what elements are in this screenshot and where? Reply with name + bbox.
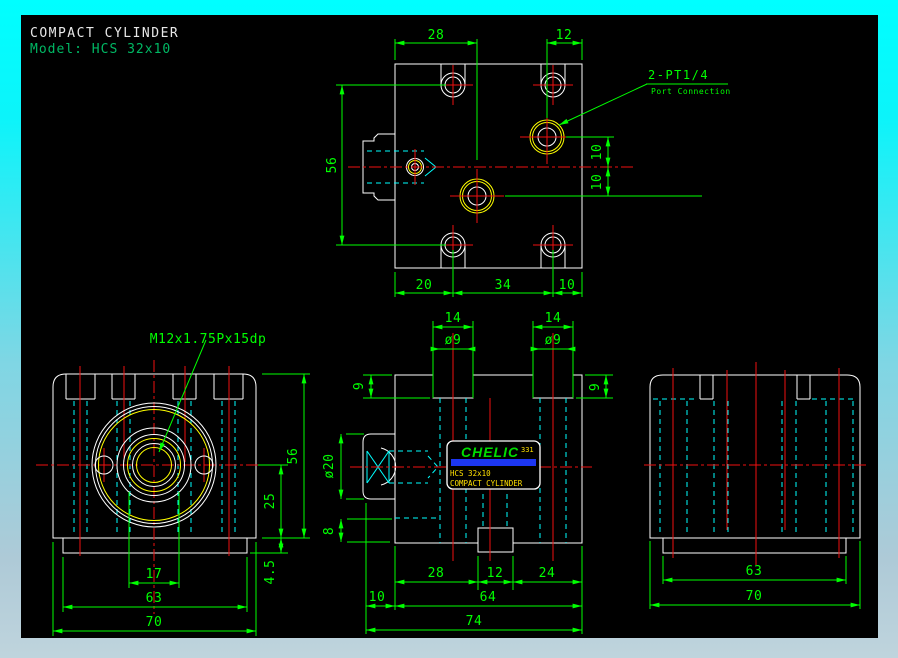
dim-top-56: 56 bbox=[325, 157, 340, 174]
dim-top-10-upper: 10 bbox=[590, 144, 605, 161]
title-block: COMPACT CYLINDER Model: HCS 32x10 bbox=[30, 26, 179, 57]
dim-front-56: 56 bbox=[286, 448, 301, 465]
dim-top-10-lower: 10 bbox=[590, 174, 605, 191]
dim-side-14-right: 14 bbox=[545, 311, 562, 326]
dim-top-10: 10 bbox=[559, 278, 576, 293]
dim-side-9-right: 9 bbox=[588, 383, 603, 391]
nameplate-code: 331 bbox=[521, 446, 534, 454]
thread-callout-text: M12x1.75Px15dp bbox=[150, 332, 267, 347]
dim-front-63: 63 bbox=[146, 591, 163, 606]
dim-rear-70: 70 bbox=[746, 589, 763, 604]
dim-front-17: 17 bbox=[146, 567, 163, 582]
dim-side-d9-right: ø9 bbox=[545, 333, 562, 348]
dim-side-74: 74 bbox=[466, 614, 483, 629]
dim-side-10: 10 bbox=[369, 590, 386, 605]
port-callout-sub: Port Connection bbox=[651, 87, 731, 96]
nameplate: CHELIC 331 HCS 32x10 COMPACT CYLINDER bbox=[446, 440, 541, 490]
cad-canvas: COMPACT CYLINDER Model: HCS 32x10 28 12 … bbox=[21, 15, 878, 638]
dim-side-28: 28 bbox=[428, 566, 445, 581]
nameplate-stripe bbox=[451, 459, 536, 466]
nameplate-product: COMPACT CYLINDER bbox=[450, 479, 523, 488]
dim-side-9-left: 9 bbox=[352, 382, 367, 390]
dim-rear-63: 63 bbox=[746, 564, 763, 579]
drawing-title: COMPACT CYLINDER bbox=[30, 26, 179, 41]
dim-front-25: 25 bbox=[263, 493, 278, 510]
dim-top-20: 20 bbox=[416, 278, 433, 293]
dim-side-12: 12 bbox=[487, 566, 504, 581]
nameplate-model: HCS 32x10 bbox=[450, 469, 491, 478]
dim-side-14-left: 14 bbox=[445, 311, 462, 326]
dim-front-70: 70 bbox=[146, 615, 163, 630]
dim-top-12: 12 bbox=[556, 28, 573, 43]
dim-side-64: 64 bbox=[480, 590, 497, 605]
dim-top-34: 34 bbox=[495, 278, 512, 293]
dim-front-4-5: 4.5 bbox=[263, 560, 278, 585]
nameplate-brand: CHELIC bbox=[461, 444, 519, 460]
dim-side-d20: ø20 bbox=[322, 454, 337, 479]
dim-side-24: 24 bbox=[539, 566, 556, 581]
drawing-model: Model: HCS 32x10 bbox=[30, 42, 171, 57]
dim-side-8: 8 bbox=[322, 527, 337, 535]
dim-top-28: 28 bbox=[428, 28, 445, 43]
screenshot-root: { "colors": { "border_top": "#00ffff", "… bbox=[0, 0, 898, 658]
port-callout-title: 2-PT1/4 bbox=[648, 68, 709, 82]
dim-side-d9-left: ø9 bbox=[445, 333, 462, 348]
